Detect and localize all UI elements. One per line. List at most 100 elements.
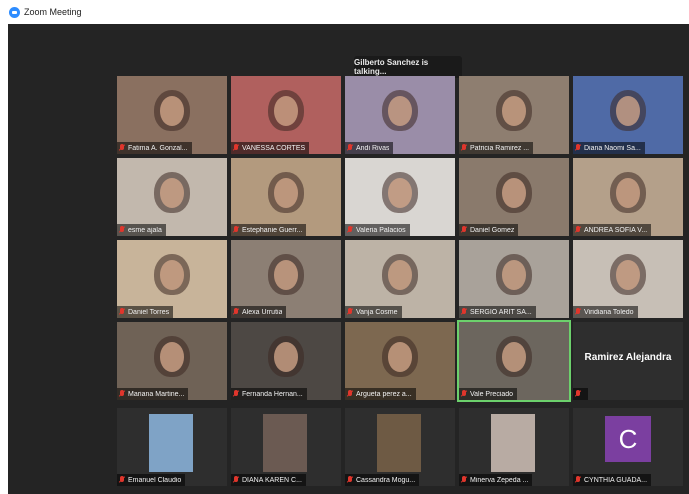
- participant-name-bar: Cassandra Mogu...: [345, 474, 420, 486]
- participant-name-bar: CYNTHIA GUADA...: [573, 474, 652, 486]
- participant-name: esme ajala: [128, 226, 162, 234]
- participant-name: Mariana Martine...: [128, 390, 185, 398]
- participant-tile[interactable]: Ramirez Alejandra: [573, 322, 683, 400]
- zoom-logo-icon: [9, 6, 20, 18]
- mic-muted-icon: [575, 144, 581, 152]
- participant-tile[interactable]: ANDREA SOFIA V...: [573, 158, 683, 236]
- participant-tile[interactable]: Viridiana Toledo: [573, 240, 683, 318]
- mic-muted-icon: [461, 390, 467, 398]
- participant-name-bar: Valeria Palacios: [345, 224, 410, 236]
- participant-video-thumbnail: [263, 414, 307, 472]
- participant-name: SERGIO ARIT SA...: [470, 308, 532, 316]
- mic-muted-icon: [461, 144, 467, 152]
- mic-muted-icon: [233, 308, 239, 316]
- participant-name: Viridiana Toledo: [584, 308, 634, 316]
- participant-tile[interactable]: Emanuel Claudio: [117, 408, 227, 486]
- participant-tile[interactable]: Fernanda Hernan...: [231, 322, 341, 400]
- mic-muted-icon: [575, 308, 581, 316]
- participant-name-bar: Vale Preciado: [459, 388, 518, 400]
- participant-name: DIANA KAREN C...: [242, 476, 302, 484]
- participant-name-bar: Daniel Torres: [117, 306, 174, 318]
- participant-tile[interactable]: Vale Preciado: [457, 320, 571, 402]
- participant-name-bar: Andi Rivas: [345, 142, 394, 154]
- participant-name-bar: SERGIO ARIT SA...: [459, 306, 536, 318]
- participant-name: CYNTHIA GUADA...: [584, 476, 648, 484]
- participant-name-bar: esme ajala: [117, 224, 166, 236]
- mic-muted-icon: [347, 390, 353, 398]
- participant-name-bar: ANDREA SOFIA V...: [573, 224, 652, 236]
- mic-muted-icon: [461, 476, 467, 484]
- participant-name: Minerva Zepeda ...: [470, 476, 529, 484]
- mic-muted-icon: [347, 144, 353, 152]
- mic-muted-icon: [575, 476, 581, 484]
- participant-tile[interactable]: Valeria Palacios: [345, 158, 455, 236]
- participant-avatar: C: [605, 416, 651, 462]
- participant-name: Vanja Cosme: [356, 308, 398, 316]
- participant-name: Patricia Ramirez ...: [470, 144, 530, 152]
- participant-tile[interactable]: Mariana Martine...: [117, 322, 227, 400]
- participant-tile[interactable]: Andi Rivas: [345, 76, 455, 154]
- participant-name: Daniel Torres: [128, 308, 170, 316]
- participant-tile[interactable]: C CYNTHIA GUADA...: [573, 408, 683, 486]
- mic-muted-icon: [233, 226, 239, 234]
- participant-tile[interactable]: Daniel Torres: [117, 240, 227, 318]
- participant-tile[interactable]: Fatima A. Gonzal...: [117, 76, 227, 154]
- participant-tile[interactable]: Cassandra Mogu...: [345, 408, 455, 486]
- meeting-gallery: Gilberto Sanchez is talking... Fatima A.…: [8, 24, 689, 494]
- mic-muted-icon: [119, 476, 125, 484]
- participant-name-bar: [573, 388, 588, 400]
- participant-name: Valeria Palacios: [356, 226, 406, 234]
- participant-name: Vale Preciado: [470, 390, 514, 398]
- participant-tile[interactable]: SERGIO ARIT SA...: [459, 240, 569, 318]
- mic-muted-icon: [233, 476, 239, 484]
- title-bar: Zoom Meeting: [0, 0, 689, 24]
- participant-name: Estephanie Guerr...: [242, 226, 303, 234]
- mic-muted-icon: [347, 226, 353, 234]
- participant-name: Emanuel Claudio: [128, 476, 182, 484]
- participant-name-bar: Alexa Urrutia: [231, 306, 287, 318]
- participant-tile[interactable]: Argueta perez a...: [345, 322, 455, 400]
- participant-tile[interactable]: Minerva Zepeda ...: [459, 408, 569, 486]
- participant-tile[interactable]: esme ajala: [117, 158, 227, 236]
- participant-name-bar: VANESSA CORTÉS: [231, 142, 310, 154]
- participant-tile[interactable]: Vanja Cosme: [345, 240, 455, 318]
- participant-tile[interactable]: Patricia Ramirez ...: [459, 76, 569, 154]
- participant-name-bar: Minerva Zepeda ...: [459, 474, 533, 486]
- participant-name: Fatima A. Gonzal...: [128, 144, 188, 152]
- participant-name: ANDREA SOFIA V...: [584, 226, 648, 234]
- participant-name-bar: Diana Naomi Sa...: [573, 142, 645, 154]
- participant-video-thumbnail: [491, 414, 535, 472]
- mic-muted-icon: [119, 144, 125, 152]
- mic-muted-icon: [575, 226, 581, 234]
- active-speaker-banner: Gilberto Sanchez is talking...: [354, 56, 462, 78]
- participant-name: Daniel Gomez: [470, 226, 515, 234]
- participant-name: Cassandra Mogu...: [356, 476, 416, 484]
- participant-name: Diana Naomi Sa...: [584, 144, 641, 152]
- mic-muted-icon: [347, 476, 353, 484]
- participant-tile[interactable]: Estephanie Guerr...: [231, 158, 341, 236]
- participant-tile[interactable]: Diana Naomi Sa...: [573, 76, 683, 154]
- mic-muted-icon: [575, 390, 581, 398]
- mic-muted-icon: [347, 308, 353, 316]
- participant-name-bar: Fernanda Hernan...: [231, 388, 307, 400]
- participant-name: Fernanda Hernan...: [242, 390, 303, 398]
- mic-muted-icon: [119, 226, 125, 234]
- mic-muted-icon: [119, 390, 125, 398]
- participant-name-bar: Patricia Ramirez ...: [459, 142, 534, 154]
- participant-tile[interactable]: DIANA KAREN C...: [231, 408, 341, 486]
- participant-name-bar: Argueta perez a...: [345, 388, 416, 400]
- mic-muted-icon: [461, 308, 467, 316]
- mic-muted-icon: [233, 390, 239, 398]
- participant-video-thumbnail: [377, 414, 421, 472]
- participant-name: Andi Rivas: [356, 144, 390, 152]
- participant-name-bar: Mariana Martine...: [117, 388, 189, 400]
- participant-name-bar: Vanja Cosme: [345, 306, 402, 318]
- participant-tile[interactable]: Daniel Gomez: [459, 158, 569, 236]
- participant-tile[interactable]: VANESSA CORTÉS: [231, 76, 341, 154]
- participant-name-bar: Fatima A. Gonzal...: [117, 142, 192, 154]
- mic-muted-icon: [461, 226, 467, 234]
- participant-tile[interactable]: Alexa Urrutia: [231, 240, 341, 318]
- participant-name-bar: Estephanie Guerr...: [231, 224, 307, 236]
- mic-muted-icon: [119, 308, 125, 316]
- participant-name-bar: Daniel Gomez: [459, 224, 519, 236]
